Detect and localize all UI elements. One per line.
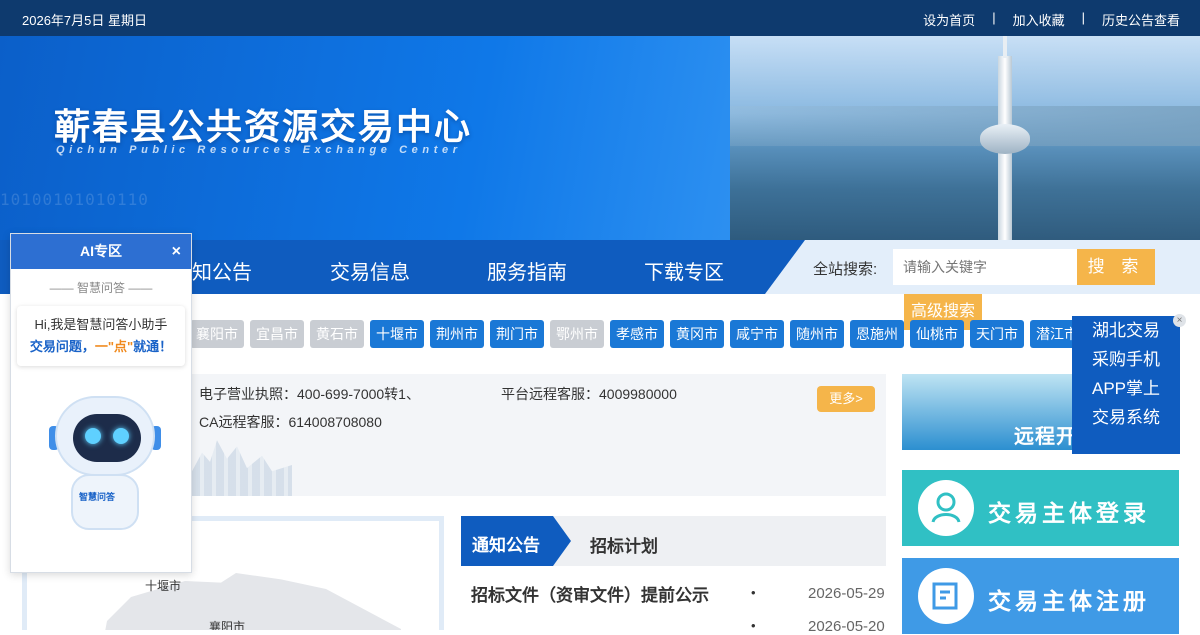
robot-badge: 智慧问答 (79, 492, 116, 502)
history-notice-link[interactable]: 历史公告查看 (1102, 10, 1180, 29)
tab-notices-label: 通知公告 (472, 536, 540, 555)
ai-greeting-bubble[interactable]: Hi,我是智慧问答小助手 交易问题，一"点"就通！ (17, 306, 185, 366)
map-label-shiyan[interactable]: 十堰市 (145, 577, 181, 594)
search-input[interactable] (893, 249, 1077, 285)
separator: | (992, 10, 996, 25)
add-favorite-link[interactable]: 加入收藏 (1013, 10, 1065, 29)
city-xiantao[interactable]: 仙桃市 (910, 320, 964, 348)
license-hotline: 电子营业执照：400-699-7000转1、 (199, 386, 420, 402)
tab-bid-plan[interactable]: 招标计划 (590, 532, 658, 557)
ad-line: 湖北交易 (1092, 321, 1160, 340)
city-huanggang[interactable]: 黄冈市 (670, 320, 724, 348)
nav-notices[interactable]: 知公告 (192, 256, 252, 285)
list-bullet: • (751, 585, 756, 600)
city-ezhou[interactable]: 鄂州市 (550, 320, 604, 348)
top-links: 设为首页 | 加入收藏 | 历史公告查看 (923, 10, 1180, 29)
header-banner: 10100101010110 蕲春县公共资源交易中心 Qichun Public… (0, 36, 1200, 240)
ad-line: APP掌上 (1091, 379, 1161, 398)
nav-service-guide[interactable]: 服务指南 (487, 256, 567, 285)
city-xiangyang[interactable]: 襄阳市 (190, 320, 244, 348)
top-bar: 2026年7月5日 星期日 设为首页 | 加入收藏 | 历史公告查看 (0, 0, 1200, 36)
ai-assistant-panel: AI专区 × —— 智慧问答 —— Hi,我是智慧问答小助手 交易问题，一"点"… (10, 233, 192, 573)
search-label: 全站搜索: (813, 261, 878, 278)
close-icon[interactable]: × (1173, 314, 1186, 327)
mobile-app-float-ad[interactable]: 湖北交易 采购手机 APP掌上 交易系统 × (1072, 314, 1186, 454)
more-button[interactable]: 更多> (817, 386, 875, 412)
list-date: 2026-05-29 (808, 585, 885, 602)
ai-panel-header: AI专区 × (11, 234, 191, 269)
ai-panel-title: AI专区 (80, 243, 122, 259)
current-date: 2026年7月5日 星期日 (22, 13, 147, 28)
city-links: 襄阳市 宜昌市 黄石市 十堰市 荆州市 荆门市 鄂州市 孝感市 黄冈市 咸宁市 … (190, 320, 1084, 348)
entity-login-card[interactable]: 交易主体登录 (902, 470, 1179, 546)
ai-subtitle: —— 智慧问答 —— (49, 281, 153, 295)
city-huangshi[interactable]: 黄石市 (310, 320, 364, 348)
city-enshi[interactable]: 恩施州 (850, 320, 904, 348)
river-image (730, 106, 1200, 146)
city-yichang[interactable]: 宜昌市 (250, 320, 304, 348)
ca-service-hotline: CA远程客服：614008708080 (199, 414, 382, 430)
robot-icon[interactable]: 智慧问答 (47, 396, 163, 546)
entity-login-label: 交易主体登录 (988, 500, 1150, 526)
city-jingzhou[interactable]: 荆州市 (430, 320, 484, 348)
ad-line: 交易系统 (1092, 408, 1160, 427)
list-heading[interactable]: 招标文件（资审文件）提前公示 (471, 581, 709, 606)
city-xiaogan[interactable]: 孝感市 (610, 320, 664, 348)
ai-greeting: Hi,我是智慧问答小助手 (34, 317, 168, 332)
nav-downloads[interactable]: 下载专区 (644, 256, 724, 285)
ad-line: 采购手机 (1092, 350, 1160, 369)
search-button[interactable]: 搜 索 (1077, 249, 1155, 285)
site-title: 蕲春县公共资源交易中心 (54, 106, 473, 147)
ai-prompt-question: 交易问题， (29, 339, 95, 354)
remote-service-hotline: 平台远程客服：4009980000 (501, 386, 677, 402)
close-icon[interactable]: × (172, 234, 181, 269)
edit-form-icon (918, 568, 974, 624)
ai-prompt-tail: 就通！ (133, 339, 173, 354)
city-suizhou[interactable]: 随州市 (790, 320, 844, 348)
set-homepage-link[interactable]: 设为首页 (923, 10, 975, 29)
city-jingmen[interactable]: 荆门市 (490, 320, 544, 348)
user-icon (918, 480, 974, 536)
map-label-xiangyang[interactable]: 襄阳市 (209, 618, 245, 630)
list-bullet: • (751, 618, 756, 633)
nav-trade-info[interactable]: 交易信息 (330, 256, 410, 285)
tv-tower-image (980, 36, 1030, 240)
skyline-decoration (192, 440, 292, 496)
ai-prompt-highlight: 一"点" (94, 339, 134, 354)
city-xianning[interactable]: 咸宁市 (730, 320, 784, 348)
city-tianmen[interactable]: 天门市 (970, 320, 1024, 348)
tab-notices[interactable]: 通知公告 (461, 516, 571, 566)
city-shiyan[interactable]: 十堰市 (370, 320, 424, 348)
entity-register-label: 交易主体注册 (988, 588, 1150, 614)
site-search: 全站搜索: 搜 索 (765, 240, 1200, 294)
list-date: 2026-05-20 (808, 618, 885, 635)
separator: | (1081, 10, 1085, 25)
binary-decoration: 10100101010110 (0, 190, 149, 209)
entity-register-card[interactable]: 交易主体注册 (902, 558, 1179, 634)
site-subtitle: Qichun Public Resources Exchange Center (56, 144, 462, 156)
